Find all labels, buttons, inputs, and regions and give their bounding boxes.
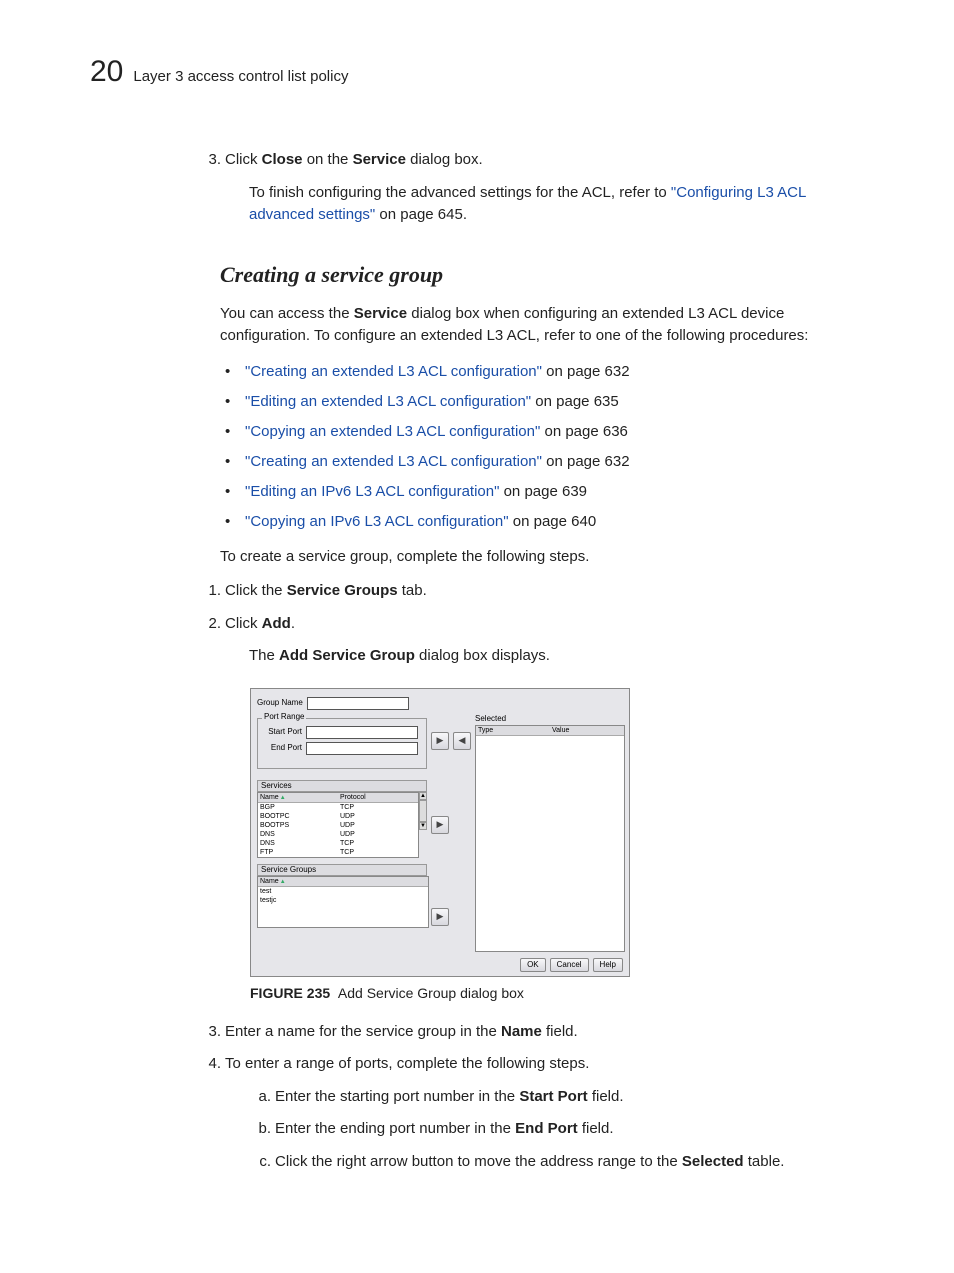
start-port-input[interactable] bbox=[306, 726, 418, 739]
list-item: "Creating an extended L3 ACL configurati… bbox=[245, 450, 864, 474]
step-4b: Enter the ending port number in the End … bbox=[275, 1118, 864, 1141]
table-row: DNSUDP bbox=[258, 830, 418, 839]
scroll-down-button[interactable]: ▼ bbox=[419, 822, 427, 830]
help-button[interactable]: Help bbox=[593, 958, 623, 972]
list-item: "Editing an extended L3 ACL configuratio… bbox=[245, 390, 864, 414]
start-port-label: Start Port bbox=[262, 728, 302, 736]
end-port-input[interactable] bbox=[306, 742, 418, 755]
table-row: testjc bbox=[258, 896, 428, 905]
heading-creating-service-group: Creating a service group bbox=[90, 262, 864, 288]
link-copy-ipv6[interactable]: "Copying an IPv6 L3 ACL configuration" bbox=[245, 513, 509, 530]
create-intro: To create a service group, complete the … bbox=[90, 546, 864, 569]
link-copy-ext[interactable]: "Copying an extended L3 ACL configuratio… bbox=[245, 423, 540, 440]
add-service-group-arrow-icon[interactable]: ▶ bbox=[431, 908, 449, 926]
selected-label: Selected bbox=[475, 715, 623, 723]
sort-asc-icon[interactable]: ▲ bbox=[280, 795, 286, 801]
services-table[interactable]: Name▲ Protocol BGPTCP BOOTPCUDP BOOTPSUD… bbox=[257, 792, 419, 858]
step-3: Click Close on the Service dialog box. bbox=[225, 149, 864, 172]
end-port-label: End Port bbox=[262, 744, 302, 752]
step-3b: Enter a name for the service group in th… bbox=[225, 1021, 864, 1044]
step-3-note: To finish configuring the advanced setti… bbox=[90, 182, 864, 227]
port-range-fieldset: Port Range Start Port End Port bbox=[257, 718, 427, 769]
close-label: Close bbox=[262, 151, 303, 168]
service-groups-table[interactable]: Name▲ test testjc bbox=[257, 876, 429, 928]
table-row: DNSTCP bbox=[258, 839, 418, 848]
scroll-track[interactable] bbox=[419, 800, 427, 822]
table-row: test bbox=[258, 887, 428, 896]
link-create-ext[interactable]: "Creating an extended L3 ACL configurati… bbox=[245, 363, 542, 380]
group-name-label: Group Name bbox=[257, 699, 303, 707]
link-create-ext-2[interactable]: "Creating an extended L3 ACL configurati… bbox=[245, 453, 542, 470]
group-name-row: Group Name bbox=[257, 697, 623, 710]
selected-table[interactable]: Type Value bbox=[475, 725, 625, 952]
table-row: FTPTCP bbox=[258, 848, 418, 857]
add-service-group-dialog: Group Name Port Range Start Port End Por… bbox=[250, 688, 630, 977]
add-service-arrow-icon[interactable]: ▶ bbox=[431, 816, 449, 834]
intro-paragraph: You can access the Service dialog box wh… bbox=[90, 303, 864, 348]
step-4: To enter a range of ports, complete the … bbox=[225, 1053, 864, 1076]
link-edit-ext[interactable]: "Editing an extended L3 ACL configuratio… bbox=[245, 393, 531, 410]
list-item: "Editing an IPv6 L3 ACL configuration" o… bbox=[245, 480, 864, 504]
figure-caption: FIGURE 235 Add Service Group dialog box bbox=[90, 985, 864, 1001]
table-row: BGPTCP bbox=[258, 803, 418, 812]
table-row: BOOTPSUDP bbox=[258, 821, 418, 830]
list-item: "Creating an extended L3 ACL configurati… bbox=[245, 360, 864, 384]
scroll-up-button[interactable]: ▲ bbox=[419, 792, 427, 800]
section-title: Layer 3 access control list policy bbox=[133, 68, 348, 85]
chapter-number: 20 bbox=[90, 55, 123, 89]
service-groups-header: Service Groups bbox=[257, 864, 427, 876]
table-row: BOOTPCUDP bbox=[258, 812, 418, 821]
page-header: 20 Layer 3 access control list policy bbox=[90, 55, 864, 89]
link-edit-ipv6[interactable]: "Editing an IPv6 L3 ACL configuration" bbox=[245, 483, 499, 500]
group-name-input[interactable] bbox=[307, 697, 409, 710]
port-range-legend: Port Range bbox=[262, 713, 306, 721]
step-4c: Click the right arrow button to move the… bbox=[275, 1151, 864, 1174]
list-item: "Copying an IPv6 L3 ACL configuration" o… bbox=[245, 510, 864, 534]
ok-button[interactable]: OK bbox=[520, 958, 546, 972]
remove-selected-arrow-icon[interactable]: ◀ bbox=[453, 732, 471, 750]
step-2: Click Add. bbox=[225, 613, 864, 636]
step-1: Click the Service Groups tab. bbox=[225, 580, 864, 603]
cancel-button[interactable]: Cancel bbox=[550, 958, 589, 972]
step-4a: Enter the starting port number in the St… bbox=[275, 1086, 864, 1109]
step-2-note: The Add Service Group dialog box display… bbox=[90, 645, 864, 668]
figure-235: Group Name Port Range Start Port End Por… bbox=[250, 688, 630, 977]
sort-asc-icon[interactable]: ▲ bbox=[280, 879, 286, 885]
service-label: Service bbox=[353, 151, 406, 168]
list-item: "Copying an extended L3 ACL configuratio… bbox=[245, 420, 864, 444]
add-port-range-arrow-icon[interactable]: ▶ bbox=[431, 732, 449, 750]
services-header: Services bbox=[257, 780, 427, 792]
